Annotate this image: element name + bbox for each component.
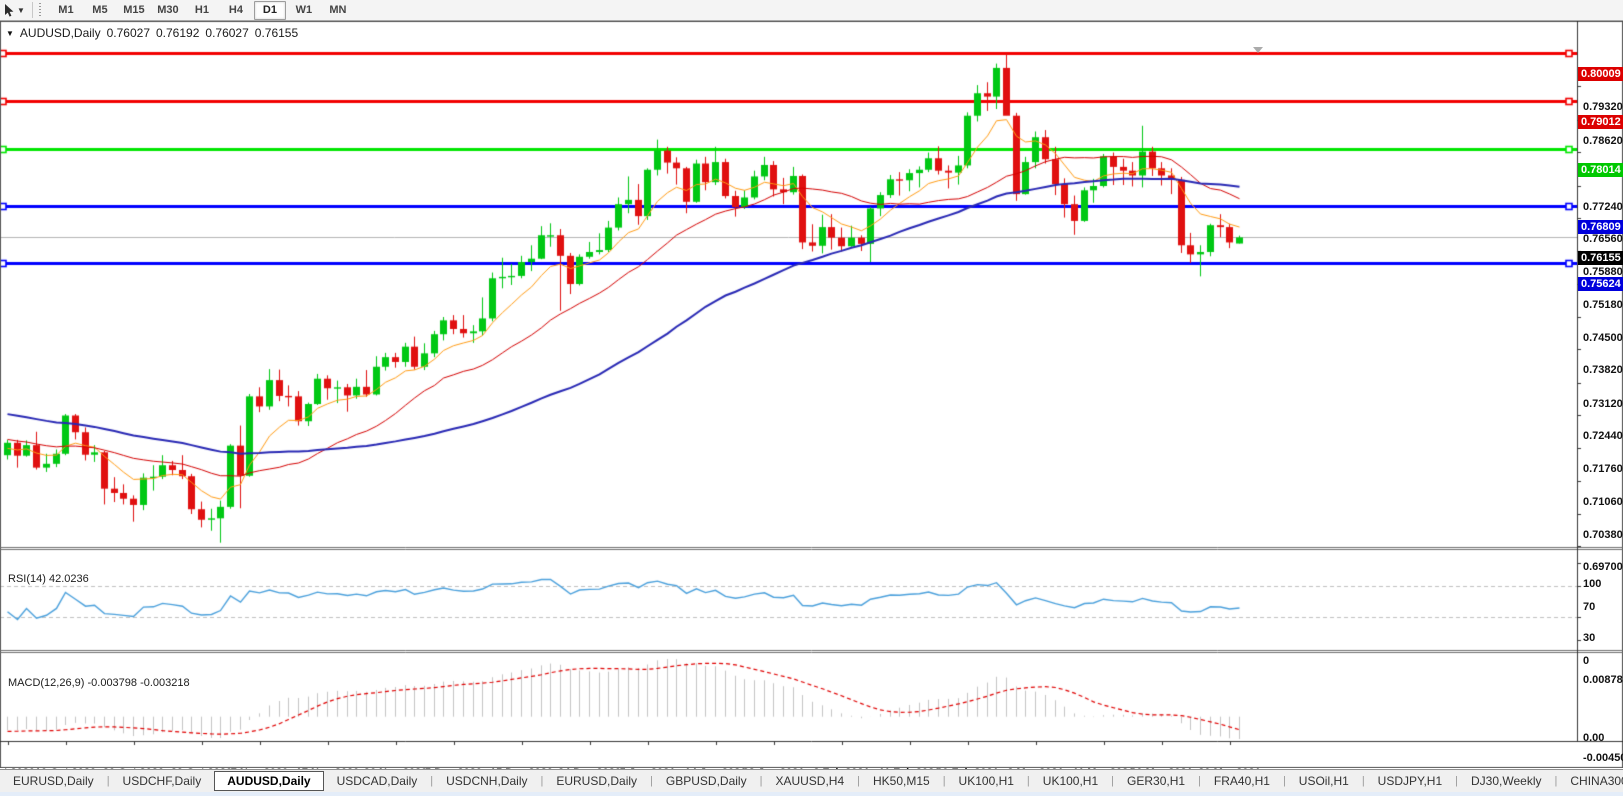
tab-fra40-h1[interactable]: FRA40,H1 (1201, 771, 1283, 791)
tab-china300-h1[interactable]: CHINA300,H1 (1557, 771, 1623, 791)
hline-price-label: 0.75624 (1578, 276, 1623, 291)
symbol-name: AUDUSD,Daily (19, 26, 101, 40)
tab-eurusd-daily[interactable]: EURUSD,Daily (543, 771, 650, 791)
timeframe-h4[interactable]: H4 (220, 1, 252, 20)
chart-tab-bar: EURUSD,Daily | USDCHF,Daily AUDUSD,Daily USD… (0, 769, 1623, 792)
timeframe-m15[interactable]: M15 (118, 1, 150, 20)
timeframe-buttons: M1 M5 M15 M30 H1 H4 D1 W1 MN (49, 0, 355, 20)
tab-eurusd-daily[interactable]: EURUSD,Daily (0, 771, 107, 791)
ohlc-low: 0.76027 (205, 26, 249, 40)
timeframe-w1[interactable]: W1 (288, 1, 320, 20)
hline-price-label: 0.80009 (1578, 67, 1623, 82)
price-axis-tick-label: 0.73820 (1583, 364, 1623, 377)
price-axis-tick-label: 0.74500 (1583, 331, 1623, 344)
tab-gbpusd-daily[interactable]: GBPUSD,Daily (653, 771, 760, 791)
tab-usdchf-daily[interactable]: USDCHF,Daily (110, 771, 215, 791)
price-axis-tick-label: 0.71760 (1583, 462, 1623, 475)
price-axis-tick-label: 0.71060 (1583, 496, 1623, 509)
price-axis-tick-label: 0.72440 (1583, 430, 1623, 443)
rsi-indicator-label: RSI(14) 42.0236 (8, 573, 89, 585)
hline-price-label: 0.78014 (1578, 162, 1623, 177)
chart-title: ▼ AUDUSD,Daily 0.76027 0.76192 0.76027 0… (6, 26, 298, 40)
timeframe-m30[interactable]: M30 (152, 1, 184, 20)
ohlc-close: 0.76155 (254, 26, 299, 40)
price-axis-tick-label: 0.78620 (1583, 134, 1623, 147)
tab-uk100-h1[interactable]: UK100,H1 (1030, 771, 1111, 791)
tab-hk50-m15[interactable]: HK50,M15 (860, 771, 943, 791)
timeframe-mn[interactable]: MN (322, 1, 354, 20)
timeframe-h1[interactable]: H1 (186, 1, 218, 20)
status-strip (0, 792, 1623, 796)
toolbar-separator (31, 2, 33, 18)
macd-scale-label: -0.004503 (1583, 752, 1623, 764)
macd-scale-label: 0.00 (1583, 731, 1605, 744)
tab-uk100-h1[interactable]: UK100,H1 (946, 771, 1027, 791)
price-axis-tick-label: 0.77240 (1583, 200, 1623, 213)
current-price-label: 0.76155 (1578, 251, 1623, 266)
macd-indicator-label: MACD(12,26,9) -0.003798 -0.003218 (8, 677, 190, 689)
tab-ger30-h1[interactable]: GER30,H1 (1114, 771, 1198, 791)
price-axis-tick-label: 0.69700 (1583, 561, 1623, 574)
tab-usdjpy-h1[interactable]: USDJPY,H1 (1365, 771, 1455, 791)
tab-audusd-daily[interactable]: AUDUSD,Daily (214, 771, 324, 791)
timeframe-d1[interactable]: D1 (253, 0, 286, 20)
rsi-scale-label: 0 (1583, 655, 1590, 667)
ohlc-high: 0.76192 (156, 26, 200, 40)
hline-price-label: 0.79012 (1578, 114, 1623, 129)
rsi-scale-label: 100 (1583, 578, 1602, 590)
chart-shift-marker[interactable] (1253, 47, 1263, 53)
price-axis-tick-label: 0.76560 (1583, 233, 1623, 246)
price-axis-tick-label: 0.70380 (1583, 528, 1623, 541)
toolbar-grip[interactable] (37, 3, 43, 17)
macd-scale-label: 0.008785 (1583, 674, 1623, 686)
tab-dj30-weekly[interactable]: DJ30,Weekly (1458, 771, 1554, 791)
mt4-window: ▼ M1 M5 M15 M30 H1 H4 D1 W1 MN ▼ AUDUSD,Daily 0.… (0, 0, 1623, 796)
tab-xauusd-h4[interactable]: XAUUSD,H4 (762, 771, 857, 791)
price-axis-tick-label: 0.73120 (1583, 397, 1623, 410)
ohlc-open: 0.76027 (106, 26, 150, 40)
tab-usoil-h1[interactable]: USOil,H1 (1286, 771, 1362, 791)
chart-canvas[interactable] (0, 21, 1623, 768)
collapse-arrow-icon[interactable]: ▼ (6, 29, 14, 38)
rsi-scale-label: 30 (1583, 631, 1596, 644)
cursor-tool-button[interactable]: ▼ (0, 0, 29, 20)
price-axis-tick-label: 0.75880 (1583, 265, 1623, 278)
chevron-down-icon: ▼ (17, 5, 25, 15)
tab-usdcad-daily[interactable]: USDCAD,Daily (324, 771, 431, 791)
timeframe-m1[interactable]: M1 (50, 1, 82, 20)
tab-list: EURUSD,Daily | USDCHF,Daily AUDUSD,Daily USD… (0, 771, 1623, 791)
toolbar: ▼ M1 M5 M15 M30 H1 H4 D1 W1 MN (0, 0, 1623, 21)
chart-window: ▼ AUDUSD,Daily 0.76027 0.76192 0.76027 0… (0, 21, 1623, 779)
price-axis-tick-label: 0.79320 (1583, 101, 1623, 114)
tab-usdcnh-daily[interactable]: USDCNH,Daily (433, 771, 540, 791)
cursor-icon (5, 3, 14, 17)
price-axis-tick-label: 0.75180 (1583, 299, 1623, 312)
rsi-scale-label: 70 (1583, 601, 1596, 614)
timeframe-m5[interactable]: M5 (84, 1, 116, 20)
hline-price-label: 0.76809 (1578, 220, 1623, 235)
